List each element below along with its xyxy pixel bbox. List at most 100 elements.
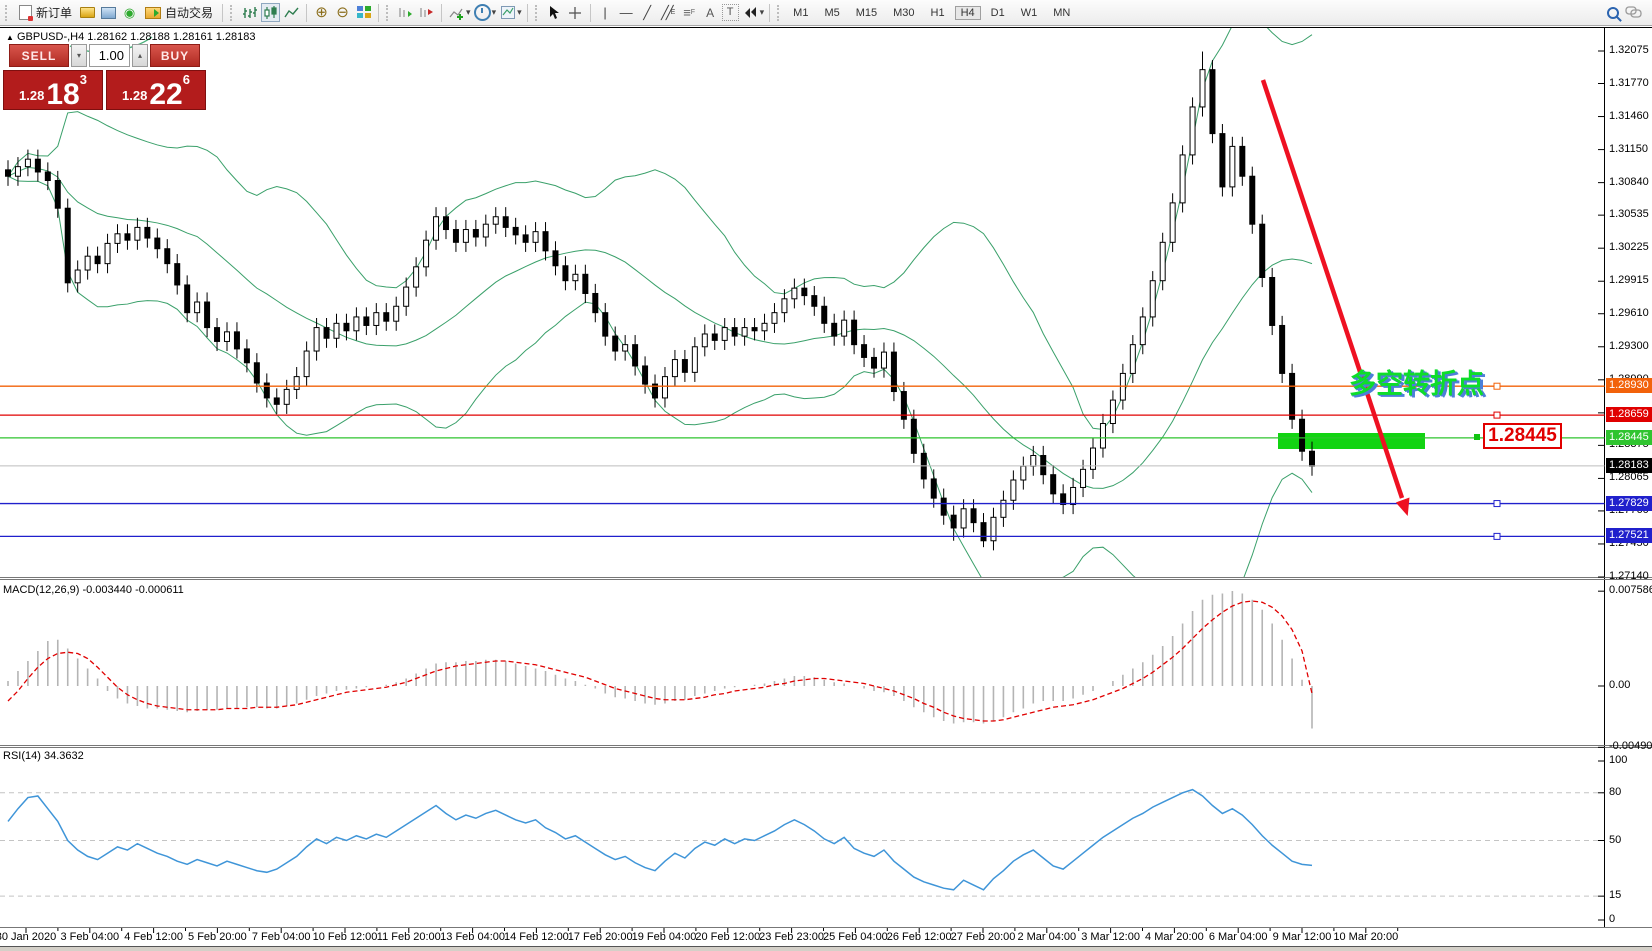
axis-tick-label: 80 <box>1609 786 1621 798</box>
channel-tool-icon[interactable]: ╱╱E <box>659 3 678 22</box>
hline-handle <box>1494 533 1500 539</box>
chart-title: ▲ GBPUSD-,H4 1.28162 1.28188 1.28161 1.2… <box>6 31 256 43</box>
separator <box>590 4 591 22</box>
new-order-label: 新订单 <box>36 4 72 21</box>
bar-chart-icon[interactable] <box>240 3 259 22</box>
timeframe-button-M30[interactable]: M30 <box>887 6 920 20</box>
indicators-icon[interactable] <box>447 3 466 22</box>
price-level-label: 1.28445 <box>1606 430 1652 445</box>
chart-collapse-icon[interactable]: ▲ <box>6 33 14 42</box>
hline-handle <box>1494 501 1500 507</box>
macd-layer <box>8 591 1312 729</box>
fibonacci-tool-icon[interactable]: ≡F <box>680 3 699 22</box>
vertical-line-tool-icon[interactable]: | <box>596 3 615 22</box>
ask-big-digits: 22 <box>149 82 182 108</box>
zoom-in-icon[interactable]: ⊕ <box>312 3 331 22</box>
text-tool-icon[interactable]: A <box>701 3 720 22</box>
main-toolbar: 新订单 ◉ 自动交易 ⊕ ⊖ ▾ ▾ ▾ | — ╱ ╱╱E ≡ <box>0 0 1652 26</box>
trendline-tool-icon[interactable]: ╱ <box>638 3 657 22</box>
timeframe-button-H1[interactable]: H1 <box>925 6 951 20</box>
cursor-icon[interactable] <box>545 3 564 22</box>
timeframe-button-MN[interactable]: MN <box>1047 6 1076 20</box>
chart-shift-icon[interactable] <box>417 3 436 22</box>
history-center-icon[interactable] <box>78 3 97 22</box>
ask-price-display[interactable]: 1.28 22 6 <box>106 70 206 110</box>
separator <box>306 4 307 22</box>
ask-prefix: 1.28 <box>122 86 147 107</box>
timeframe-button-W1[interactable]: W1 <box>1015 6 1044 20</box>
chart-canvas[interactable] <box>0 26 1652 951</box>
macd-indicator-label: MACD(12,26,9) -0.003440 -0.000611 <box>3 584 184 596</box>
chat-icon[interactable] <box>1624 3 1643 22</box>
axis-tick-label: 15 <box>1609 889 1621 901</box>
line-chart-icon[interactable] <box>282 3 301 22</box>
axis-tick-label: 1.30535 <box>1609 208 1649 220</box>
separator <box>527 4 528 22</box>
volume-input[interactable]: 1.00 <box>89 44 130 67</box>
axis-tick-label: 0.00 <box>1609 679 1630 691</box>
indicators-dropdown-caret[interactable]: ▾ <box>466 7 471 18</box>
timeframe-button-D1[interactable]: D1 <box>985 6 1011 20</box>
axis-tick-label: 100 <box>1609 754 1627 766</box>
new-order-icon <box>19 5 32 20</box>
horizontal-line-tool-icon[interactable]: — <box>617 3 636 22</box>
axis-tick-label: 1.29610 <box>1609 307 1649 319</box>
axis-tick-label: 50 <box>1609 834 1621 846</box>
candlestick-chart-icon[interactable] <box>261 3 280 22</box>
zoom-out-icon[interactable]: ⊖ <box>333 3 352 22</box>
toolbar-grip <box>230 5 236 21</box>
one-click-trading-panel: SELL ▾ 1.00 ▴ BUY 1.28 18 3 1.28 22 6 <box>3 44 206 110</box>
axis-tick-label: 1.31150 <box>1609 143 1648 155</box>
axis-tick-label: 0 <box>1609 913 1615 925</box>
sell-button[interactable]: SELL <box>9 44 69 67</box>
market-watch-icon[interactable] <box>99 3 118 22</box>
timeframe-button-M15[interactable]: M15 <box>850 6 883 20</box>
chart-ohlc-values: 1.28162 1.28188 1.28161 1.28183 <box>87 31 255 43</box>
templates-dropdown-caret[interactable]: ▾ <box>517 7 522 18</box>
signal-icon[interactable]: ◉ <box>120 3 139 22</box>
timeframe-button-M1[interactable]: M1 <box>787 6 814 20</box>
hline-handle <box>1494 412 1500 418</box>
axis-tick-label: 1.31770 <box>1609 77 1649 89</box>
bollinger-bands <box>8 26 1312 630</box>
callout-handle[interactable] <box>1474 434 1480 440</box>
axis-tick-label: 1.32075 <box>1609 44 1649 56</box>
separator <box>769 4 770 22</box>
separator <box>441 4 442 22</box>
price-level-label: 1.27521 <box>1606 528 1652 543</box>
axis-tick-label: -0.004906 <box>1609 740 1652 752</box>
axis-tick-label: 0.007586 <box>1609 584 1652 596</box>
timeframe-clock-icon[interactable] <box>473 3 492 22</box>
axis-tick-label: 1.29915 <box>1609 274 1649 286</box>
tile-windows-icon[interactable] <box>354 3 373 22</box>
arrows-tool-icon[interactable] <box>741 3 760 22</box>
clock-dropdown-caret[interactable]: ▾ <box>492 7 497 18</box>
new-order-button[interactable]: 新订单 <box>15 2 76 23</box>
timeframe-button-M5[interactable]: M5 <box>818 6 845 20</box>
timeframe-button-H4[interactable]: H4 <box>955 6 981 20</box>
rsi-indicator-label: RSI(14) 34.3632 <box>3 750 84 762</box>
price-level-label: 1.27829 <box>1606 496 1652 511</box>
templates-icon[interactable] <box>498 3 517 22</box>
volume-increase-button[interactable]: ▴ <box>132 44 148 67</box>
turning-point-annotation[interactable]: 多空转折点 <box>1349 362 1484 401</box>
volume-decrease-button[interactable]: ▾ <box>71 44 87 67</box>
price-level-label: 1.28659 <box>1606 407 1652 422</box>
separator <box>378 4 379 22</box>
crosshair-icon[interactable] <box>566 3 585 22</box>
bid-prefix: 1.28 <box>19 86 44 107</box>
window-bottom-edge <box>0 947 1652 951</box>
bid-pipette: 3 <box>80 72 87 87</box>
price-callout-box[interactable]: 1.28445 <box>1483 423 1562 449</box>
text-label-tool-icon[interactable]: T <box>722 4 739 21</box>
auto-scroll-icon[interactable] <box>396 3 415 22</box>
auto-trading-button[interactable]: 自动交易 <box>141 2 217 23</box>
axis-tick-label: 1.30840 <box>1609 176 1649 188</box>
axis-tick-label: 1.28065 <box>1609 471 1649 483</box>
arrows-dropdown-caret[interactable]: ▾ <box>760 7 765 18</box>
toolbar-grip <box>535 5 541 21</box>
search-icon[interactable] <box>1603 3 1622 22</box>
buy-button[interactable]: BUY <box>150 44 200 67</box>
axis-tick-label: 1.30225 <box>1609 241 1649 253</box>
bid-price-display[interactable]: 1.28 18 3 <box>3 70 103 110</box>
